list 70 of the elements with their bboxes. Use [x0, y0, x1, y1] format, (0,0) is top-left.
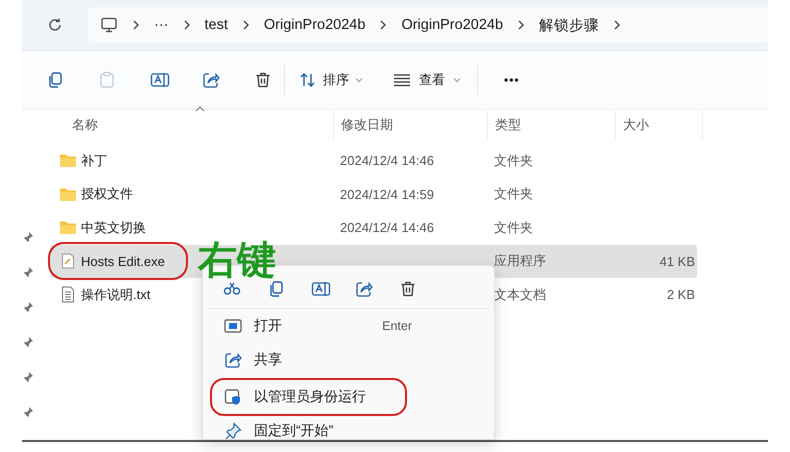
- chevron-down-icon: [355, 77, 363, 83]
- column-header[interactable]: 修改日期: [341, 116, 393, 134]
- file-row[interactable]: 授权文件 2024/12/4 14:59 文件夹: [50, 178, 697, 211]
- text-file-icon: [61, 286, 75, 304]
- pin-icon: [22, 266, 34, 278]
- share-icon[interactable]: [202, 71, 220, 89]
- chevron-down-icon: [453, 77, 461, 83]
- pin-icon: [224, 422, 242, 439]
- date-text: 2024/12/4 14:46: [340, 153, 434, 168]
- application-file-icon: [61, 253, 75, 270]
- window-icon: [224, 318, 242, 334]
- menu-item[interactable]: 固定到“开始”: [209, 414, 488, 439]
- sort-caret-icon: [195, 106, 205, 112]
- rename-icon[interactable]: [150, 71, 170, 89]
- more-button[interactable]: •••: [504, 73, 520, 87]
- rename-icon[interactable]: [311, 280, 331, 298]
- list-view-icon: [393, 73, 411, 87]
- pin-icon: [22, 371, 34, 383]
- chevron-right-icon: [517, 20, 526, 30]
- menu-item[interactable]: 以管理员身份运行: [209, 380, 488, 414]
- folder-icon: [59, 153, 77, 168]
- file-name: 授权文件: [81, 185, 133, 204]
- date-text: 2024/12/4 14:46: [340, 220, 434, 236]
- column-header[interactable]: 名称: [72, 117, 98, 132]
- column-header[interactable]: 类型: [495, 116, 521, 134]
- pin-icon: [22, 231, 34, 243]
- pin-icon: [22, 406, 34, 418]
- file-row[interactable]: 补丁 2024/12/4 14:46 文件夹: [50, 144, 697, 178]
- file-name: 补丁: [81, 152, 107, 170]
- more-path-text[interactable]: ···: [154, 17, 168, 33]
- breadcrumb-item[interactable]: 解锁步骤: [539, 16, 600, 34]
- monitor-icon[interactable]: [100, 16, 118, 34]
- delete-icon[interactable]: [399, 280, 417, 298]
- size-text: 2 KB: [666, 287, 695, 302]
- folder-icon: [59, 220, 77, 236]
- chevron-right-icon: [613, 20, 622, 30]
- breadcrumb-item[interactable]: OriginPro2024b: [401, 17, 504, 33]
- shield-window-icon: [224, 388, 242, 406]
- type-text: 文件夹: [494, 186, 533, 202]
- chevron-right-icon: [379, 20, 388, 30]
- file-name: 操作说明.txt: [81, 286, 150, 304]
- date-text: 2024/12/4 14:59: [340, 186, 434, 202]
- sort-button[interactable]: 排序: [299, 71, 363, 89]
- breadcrumb-item[interactable]: test: [204, 17, 228, 33]
- breadcrumb-item[interactable]: OriginPro2024b: [264, 17, 366, 33]
- chevron-right-icon: [132, 20, 140, 30]
- size-text: 41 KB: [660, 254, 695, 269]
- type-text: 文件夹: [494, 152, 533, 168]
- chevron-right-icon: [182, 20, 190, 30]
- column-header[interactable]: 大小: [623, 116, 649, 134]
- type-text: 文件夹: [494, 220, 533, 235]
- type-text: 文本文档: [494, 286, 546, 302]
- file-name: Hosts Edit.exe: [81, 254, 165, 269]
- view-button[interactable]: 查看: [393, 71, 461, 89]
- menu-item[interactable]: 打开 Enter: [209, 309, 488, 343]
- type-text: 应用程序: [494, 253, 546, 268]
- address-bar[interactable]: ··· test OriginPro2024b OriginPro2024b 解锁步骤: [88, 7, 768, 43]
- scissors-icon[interactable]: [223, 282, 241, 296]
- share-icon[interactable]: [355, 280, 373, 298]
- menu-item[interactable]: 共享: [209, 343, 488, 377]
- pin-icon: [22, 301, 34, 313]
- share-icon: [224, 351, 242, 369]
- folder-icon: [59, 186, 77, 202]
- refresh-icon[interactable]: [47, 17, 63, 33]
- sort-icon: [299, 72, 317, 88]
- pin-icon: [22, 336, 34, 348]
- file-name: 中英文切换: [81, 218, 146, 237]
- chevron-right-icon: [242, 20, 250, 30]
- delete-icon[interactable]: [254, 71, 272, 89]
- shortcut-text: Enter: [382, 319, 412, 333]
